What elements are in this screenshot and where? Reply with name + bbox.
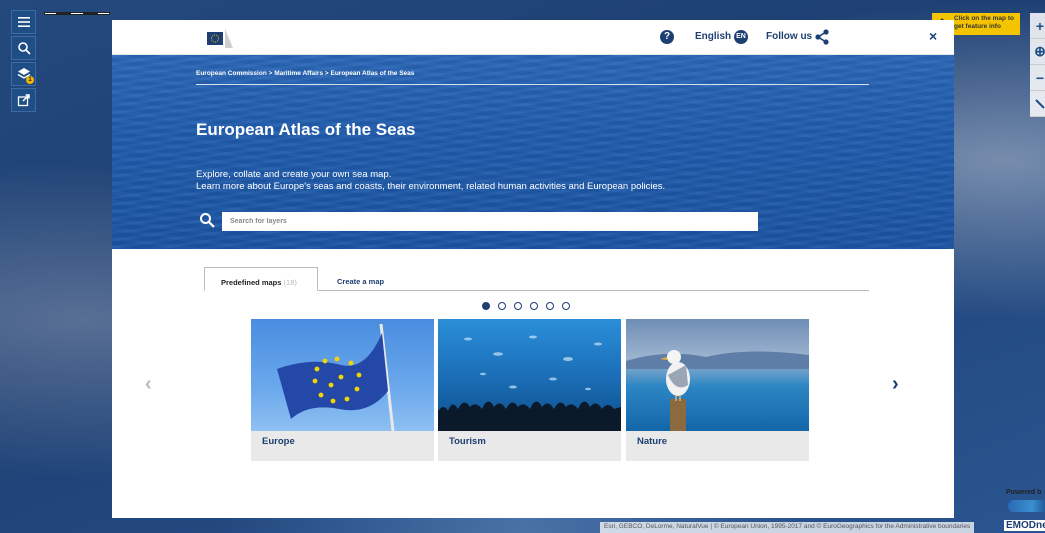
layers-count-badge: 1 [26, 76, 34, 84]
layer-search-input[interactable] [222, 212, 758, 231]
carousel-dot[interactable] [562, 302, 570, 310]
carousel-dot[interactable] [530, 302, 538, 310]
share-icon [17, 94, 30, 107]
emodnet-label: EMODne [1004, 520, 1045, 531]
tab-predefined-label: Predefined maps [221, 278, 282, 287]
welcome-modal: ? English EN Follow us × European Commis… [112, 20, 954, 518]
menu-icon [17, 17, 30, 27]
hero-description: Explore, collate and create your own sea… [196, 169, 665, 193]
carousel-prev-button[interactable]: ‹ [145, 373, 152, 396]
layers-button[interactable]: 1 [11, 62, 36, 86]
carousel-dot[interactable] [498, 302, 506, 310]
powered-by-label: Powered b [1006, 489, 1042, 496]
locate-button[interactable]: ⊕ [1030, 39, 1045, 65]
aquarium-image [438, 319, 621, 431]
layer-search-icon [200, 213, 215, 228]
map-card-tourism[interactable]: Tourism [438, 319, 621, 461]
share-map-button[interactable] [11, 88, 36, 112]
carousel-dot[interactable] [482, 302, 490, 310]
info-tip-text: Click on the map to get feature info [954, 15, 1014, 30]
zoom-out-button[interactable]: − [1030, 65, 1045, 91]
seagull-icon [626, 350, 809, 431]
social-share-icon[interactable] [815, 29, 829, 45]
map-card-label: Europe [262, 436, 295, 447]
carousel-next-button[interactable]: › [892, 373, 899, 396]
eu-flag-icon [277, 323, 395, 431]
aquarium-silhouette-icon [438, 335, 621, 431]
map-search-button[interactable] [11, 36, 36, 60]
page-title: European Atlas of the Seas [196, 120, 416, 139]
seagull-image [626, 319, 809, 431]
hero-description-line-2: Learn more about Europe's seas and coast… [196, 181, 666, 192]
breadcrumb[interactable]: European Commission > Maritime Affairs >… [196, 70, 414, 77]
right-toolbar: + ⊕ − [1030, 13, 1045, 117]
language-selector[interactable]: English [695, 31, 731, 42]
carousel-dot[interactable] [514, 302, 522, 310]
hero-description-line-1: Explore, collate and create your own sea… [196, 169, 392, 180]
ruler-icon [1035, 98, 1045, 109]
left-toolbar: 1 [11, 10, 36, 114]
hero-banner: European Commission > Maritime Affairs >… [112, 55, 954, 249]
follow-us-link[interactable]: Follow us [766, 31, 812, 42]
close-modal-button[interactable]: × [929, 28, 937, 44]
menu-button[interactable] [11, 10, 36, 34]
map-tabs: Predefined maps (18) Create a map [204, 267, 869, 291]
map-card-nature[interactable]: Nature [626, 319, 809, 461]
help-icon[interactable]: ? [660, 30, 674, 44]
eu-logo-icon [197, 29, 241, 48]
breadcrumb-divider [196, 84, 869, 85]
map-card-label: Nature [637, 436, 668, 447]
carousel-pagination [482, 302, 570, 312]
modal-header: ? English EN Follow us × [112, 20, 954, 55]
tab-predefined-maps[interactable]: Predefined maps (18) [204, 267, 318, 291]
zoom-in-button[interactable]: + [1030, 13, 1045, 39]
language-code-badge[interactable]: EN [734, 30, 748, 44]
carousel-dot[interactable] [546, 302, 554, 310]
europe-flag-image [251, 319, 434, 431]
tab-create-map[interactable]: Create a map [337, 267, 384, 291]
emodnet-logo [1008, 500, 1045, 512]
tab-predefined-count: (18) [283, 278, 297, 287]
search-icon [17, 42, 31, 55]
map-attribution: Esri, GEBCO, DeLorme, NaturalVue | © Eur… [600, 522, 975, 533]
measure-button[interactable] [1030, 91, 1045, 117]
map-card-europe[interactable]: Europe [251, 319, 434, 461]
map-card-label: Tourism [449, 436, 486, 447]
scale-bar [44, 12, 111, 18]
